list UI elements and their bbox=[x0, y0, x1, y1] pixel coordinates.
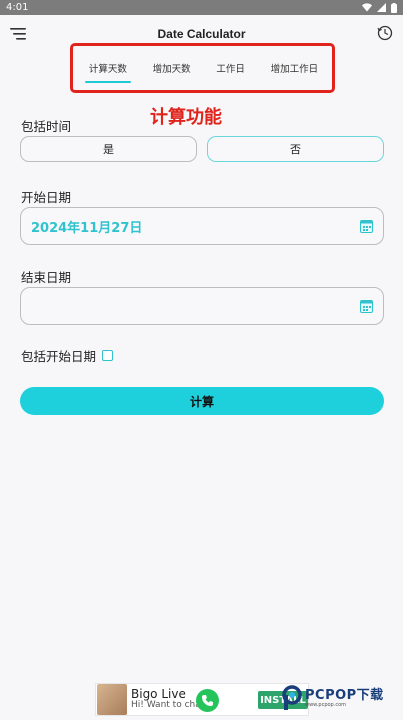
pcpop-logo-icon bbox=[282, 685, 302, 710]
tab-add-days[interactable]: 增加天数 bbox=[149, 57, 195, 83]
include-time-yes-button[interactable]: 是 bbox=[20, 136, 197, 162]
battery-icon bbox=[391, 2, 397, 13]
include-start-date-label: 包括开始日期 bbox=[21, 349, 97, 364]
phone-icon[interactable] bbox=[196, 689, 219, 712]
menu-icon[interactable] bbox=[10, 27, 28, 41]
page-title: Date Calculator bbox=[157, 27, 246, 41]
signal-icon bbox=[377, 3, 386, 12]
include-time-no-button[interactable]: 否 bbox=[207, 136, 384, 162]
tab-workdays[interactable]: 工作日 bbox=[212, 57, 249, 83]
status-time: 4:01 bbox=[6, 2, 29, 13]
ad-thumbnail bbox=[97, 684, 127, 715]
ad-banner[interactable]: Bigo Live Hi! Want to chat? INSTALL bbox=[95, 683, 309, 716]
calculate-button[interactable]: 计算 bbox=[20, 387, 384, 415]
watermark: PCPOP下载 www.pcpop.com bbox=[280, 685, 384, 711]
tab-calculate-days[interactable]: 计算天数 bbox=[84, 57, 131, 83]
include-start-date-row[interactable]: 包括开始日期 bbox=[21, 346, 114, 365]
watermark-text: PCPOP下载 bbox=[305, 687, 384, 703]
end-date-label: 结束日期 bbox=[21, 270, 72, 285]
start-date-field[interactable]: 2024年11月27日 bbox=[20, 207, 384, 245]
wifi-icon bbox=[362, 3, 372, 12]
status-icons bbox=[362, 2, 397, 13]
annotation-label: 计算功能 bbox=[150, 107, 222, 128]
end-date-field[interactable] bbox=[20, 287, 384, 325]
tab-bar: 计算天数 增加天数 工作日 增加工作日 bbox=[76, 55, 331, 85]
start-date-value: 2024年11月27日 bbox=[31, 220, 143, 236]
tab-add-workdays[interactable]: 增加工作日 bbox=[267, 57, 323, 83]
include-start-date-checkbox[interactable] bbox=[102, 350, 114, 361]
status-bar: 4:01 bbox=[0, 0, 403, 15]
history-icon[interactable] bbox=[377, 25, 393, 41]
calendar-icon[interactable] bbox=[360, 299, 373, 313]
include-time-label: 包括时间 bbox=[21, 119, 72, 134]
start-date-label: 开始日期 bbox=[21, 190, 72, 205]
calendar-icon[interactable] bbox=[360, 219, 373, 233]
watermark-url: www.pcpop.com bbox=[305, 701, 346, 708]
